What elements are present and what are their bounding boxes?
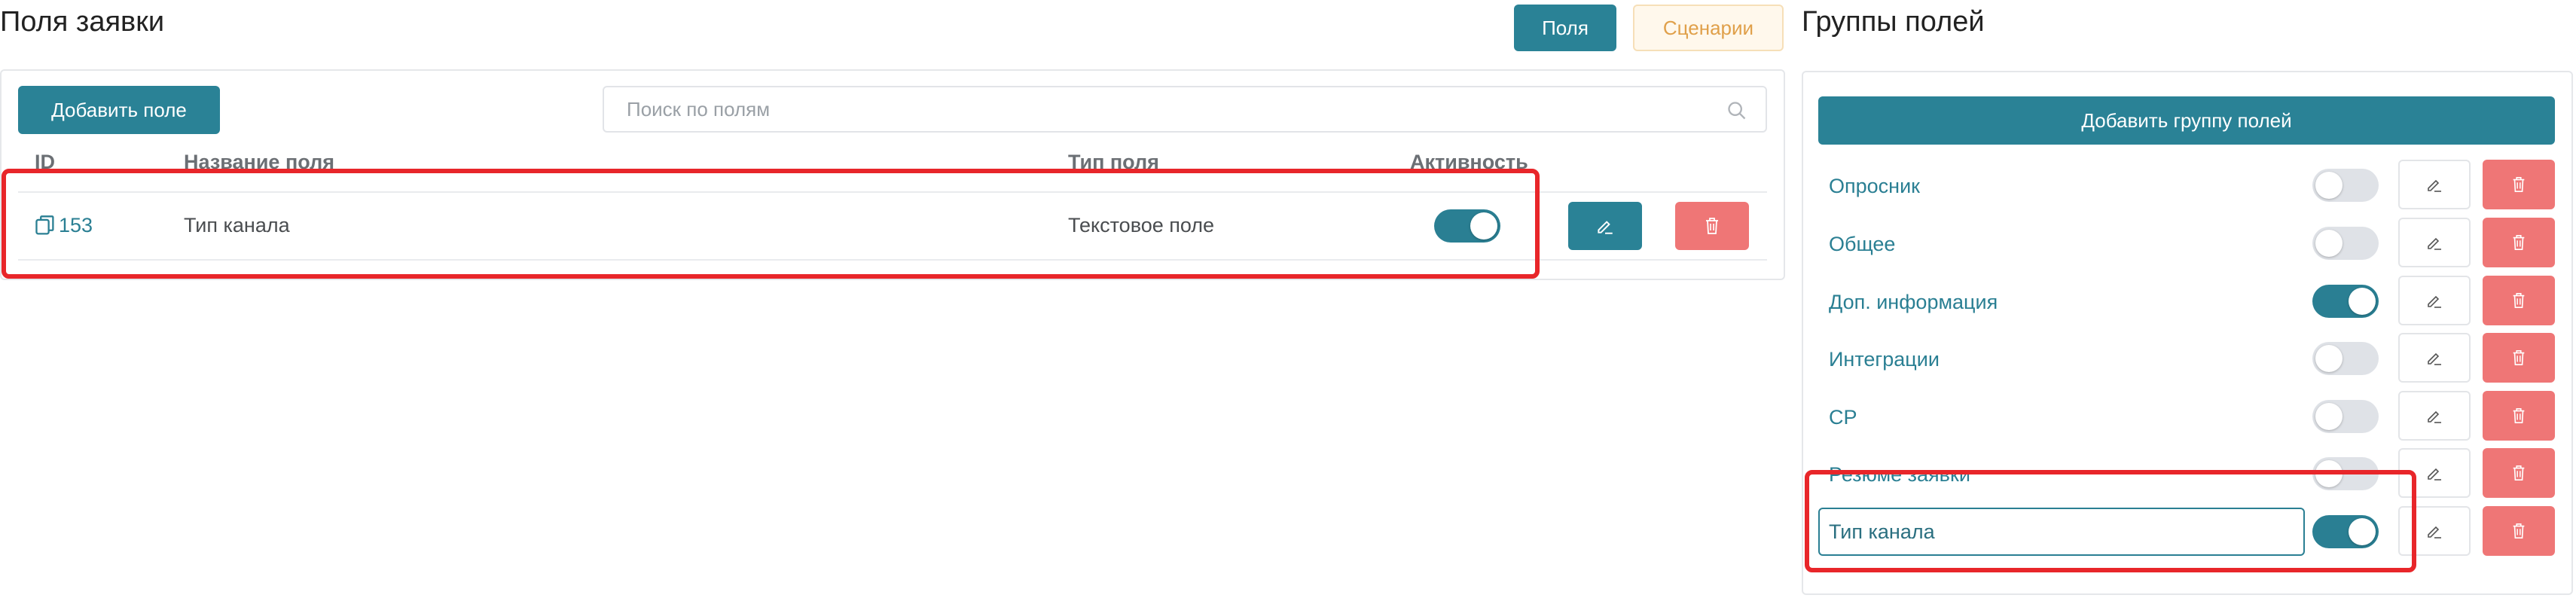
list-item: Доп. информация [1818, 276, 2556, 327]
pencil-icon [1598, 221, 1613, 234]
trash-icon [2513, 408, 2525, 423]
field-name: Тип канала [184, 214, 290, 236]
group-toggle[interactable] [2312, 515, 2379, 548]
list-item: Резюме заявки [1818, 448, 2556, 499]
delete-group-button[interactable] [2483, 160, 2555, 209]
delete-group-button[interactable] [2483, 506, 2555, 556]
delete-group-button[interactable] [2483, 218, 2555, 267]
group-label[interactable]: Резюме заявки [1829, 463, 1970, 487]
trash-icon [2513, 235, 2525, 250]
edit-group-button[interactable] [2398, 276, 2471, 325]
column-header-id: ID [35, 151, 55, 173]
trash-icon [2513, 350, 2525, 365]
delete-group-button[interactable] [2483, 391, 2555, 441]
group-name-input[interactable]: Тип канала [1818, 508, 2305, 556]
trash-icon [1706, 218, 1718, 234]
tab-fields[interactable]: Поля [1514, 5, 1616, 51]
pencil-icon [2428, 295, 2441, 308]
edit-group-button[interactable] [2398, 218, 2471, 267]
group-toggle[interactable] [2312, 457, 2379, 490]
table-row: 153 Тип канала Текстовое поле [18, 193, 1767, 259]
delete-group-button[interactable] [2483, 276, 2555, 325]
pencil-icon [2428, 468, 2441, 481]
group-label[interactable]: Интеграции [1829, 348, 1940, 371]
group-toggle[interactable] [2312, 169, 2379, 202]
edit-group-button[interactable] [2398, 506, 2471, 556]
column-header-name: Название поля [184, 151, 334, 173]
delete-group-button[interactable] [2483, 448, 2555, 498]
column-header-type: Тип поля [1068, 151, 1159, 173]
group-toggle[interactable] [2312, 400, 2379, 433]
page-title: Поля заявки [0, 6, 165, 38]
activity-toggle[interactable] [1434, 209, 1500, 243]
divider [18, 259, 1767, 261]
tab-scenarios[interactable]: Сценарии [1633, 5, 1784, 51]
group-label[interactable]: Доп. информация [1829, 291, 1998, 314]
trash-icon [2513, 465, 2525, 481]
edit-field-button[interactable] [1568, 202, 1642, 250]
pencil-icon [2428, 410, 2441, 423]
add-field-button[interactable]: Добавить поле [18, 86, 220, 134]
trash-icon [2513, 177, 2525, 192]
pencil-icon [2428, 352, 2441, 365]
group-label[interactable]: Опросник [1829, 175, 1920, 198]
edit-group-button[interactable] [2398, 333, 2471, 383]
group-toggle[interactable] [2312, 227, 2379, 260]
list-item: Опросник [1818, 160, 2556, 211]
group-label[interactable]: CP [1829, 406, 1857, 429]
list-item: CP [1818, 391, 2556, 442]
group-toggle[interactable] [2312, 285, 2379, 318]
field-id[interactable]: 153 [59, 214, 93, 237]
edit-group-button[interactable] [2398, 448, 2471, 498]
delete-field-button[interactable] [1675, 202, 1749, 250]
copy-icon[interactable] [35, 215, 56, 237]
pencil-icon [2428, 237, 2441, 250]
list-item: Общее [1818, 218, 2556, 269]
edit-group-button[interactable] [2398, 391, 2471, 441]
search-input[interactable]: Поиск по полям [603, 86, 1767, 133]
pencil-icon [2428, 179, 2441, 192]
field-id-cell[interactable]: 153 [35, 214, 93, 237]
edit-group-button[interactable] [2398, 160, 2471, 209]
group-label[interactable]: Общее [1829, 233, 1895, 256]
add-group-button[interactable]: Добавить группу полей [1818, 96, 2555, 145]
delete-group-button[interactable] [2483, 333, 2555, 383]
list-item: Тип канала [1818, 506, 2556, 557]
list-item: Интеграции [1818, 333, 2556, 384]
search-icon [1728, 102, 1746, 120]
column-header-active: Активность [1410, 151, 1528, 173]
pencil-icon [2428, 526, 2441, 539]
groups-title: Группы полей [1802, 6, 1985, 38]
field-type: Текстовое поле [1068, 214, 1215, 236]
group-toggle[interactable] [2312, 342, 2379, 375]
trash-icon [2513, 293, 2525, 308]
search-placeholder: Поиск по полям [627, 97, 771, 121]
trash-icon [2513, 523, 2525, 539]
